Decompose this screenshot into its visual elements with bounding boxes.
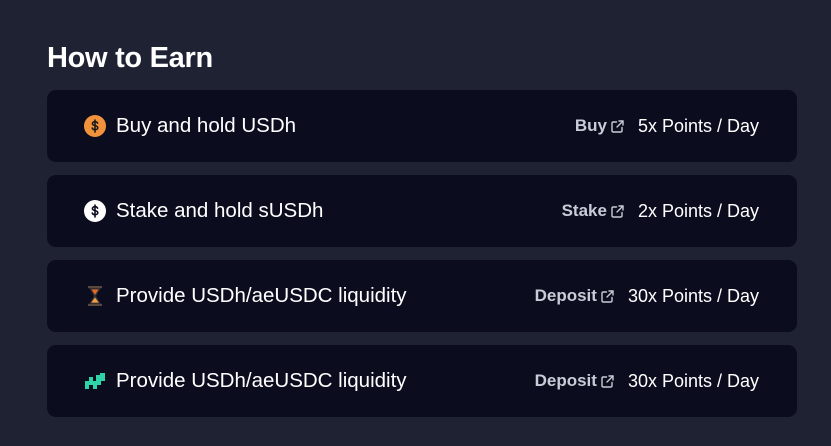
earn-row-actions: Deposit 30x Points / Day — [535, 345, 759, 417]
points-rate: 30x Points / Day — [627, 285, 759, 306]
points-rate: 5x Points / Day — [637, 115, 759, 136]
susdh-coin-icon — [84, 200, 106, 222]
deposit-link[interactable]: Deposit — [535, 371, 615, 391]
stake-link-label: Stake — [561, 201, 607, 220]
deposit-link[interactable]: Deposit — [535, 286, 615, 306]
earn-row-actions: Buy 5x Points / Day — [575, 90, 759, 162]
external-link-icon — [600, 374, 615, 389]
section-title: How to Earn — [47, 42, 213, 74]
points-rate: 30x Points / Day — [627, 370, 759, 391]
buy-link-label: Buy — [574, 116, 607, 135]
external-link-icon — [600, 289, 615, 304]
earn-row-stake-susdh: Stake and hold sUSDh Stake 2x Points / D… — [47, 175, 797, 247]
earn-row-provide-liquidity-1: Provide USDh/aeUSDC liquidity Deposit 30… — [47, 260, 797, 332]
external-link-icon — [610, 119, 625, 134]
external-link-icon — [610, 204, 625, 219]
usdh-coin-icon — [84, 115, 106, 137]
earn-row-buy-usdh: Buy and hold USDh Buy 5x Points / Day — [47, 90, 797, 162]
buy-link[interactable]: Buy — [575, 116, 625, 136]
earn-row-label: Stake and hold sUSDh — [116, 199, 324, 222]
earn-row-label: Provide USDh/aeUSDC liquidity — [116, 284, 407, 307]
deposit-link-label: Deposit — [534, 371, 597, 390]
earn-row-label: Provide USDh/aeUSDC liquidity — [116, 369, 407, 392]
stake-link[interactable]: Stake — [562, 201, 625, 221]
earn-row-actions: Stake 2x Points / Day — [562, 175, 759, 247]
hourglass-protocol-icon — [84, 285, 106, 307]
points-rate: 2x Points / Day — [637, 200, 759, 221]
deposit-link-label: Deposit — [534, 286, 597, 305]
earn-row-provide-liquidity-2: Provide USDh/aeUSDC liquidity Deposit 30… — [47, 345, 797, 417]
earn-row-label: Buy and hold USDh — [116, 114, 297, 137]
teal-protocol-icon — [84, 370, 106, 392]
earn-row-actions: Deposit 30x Points / Day — [535, 260, 759, 332]
